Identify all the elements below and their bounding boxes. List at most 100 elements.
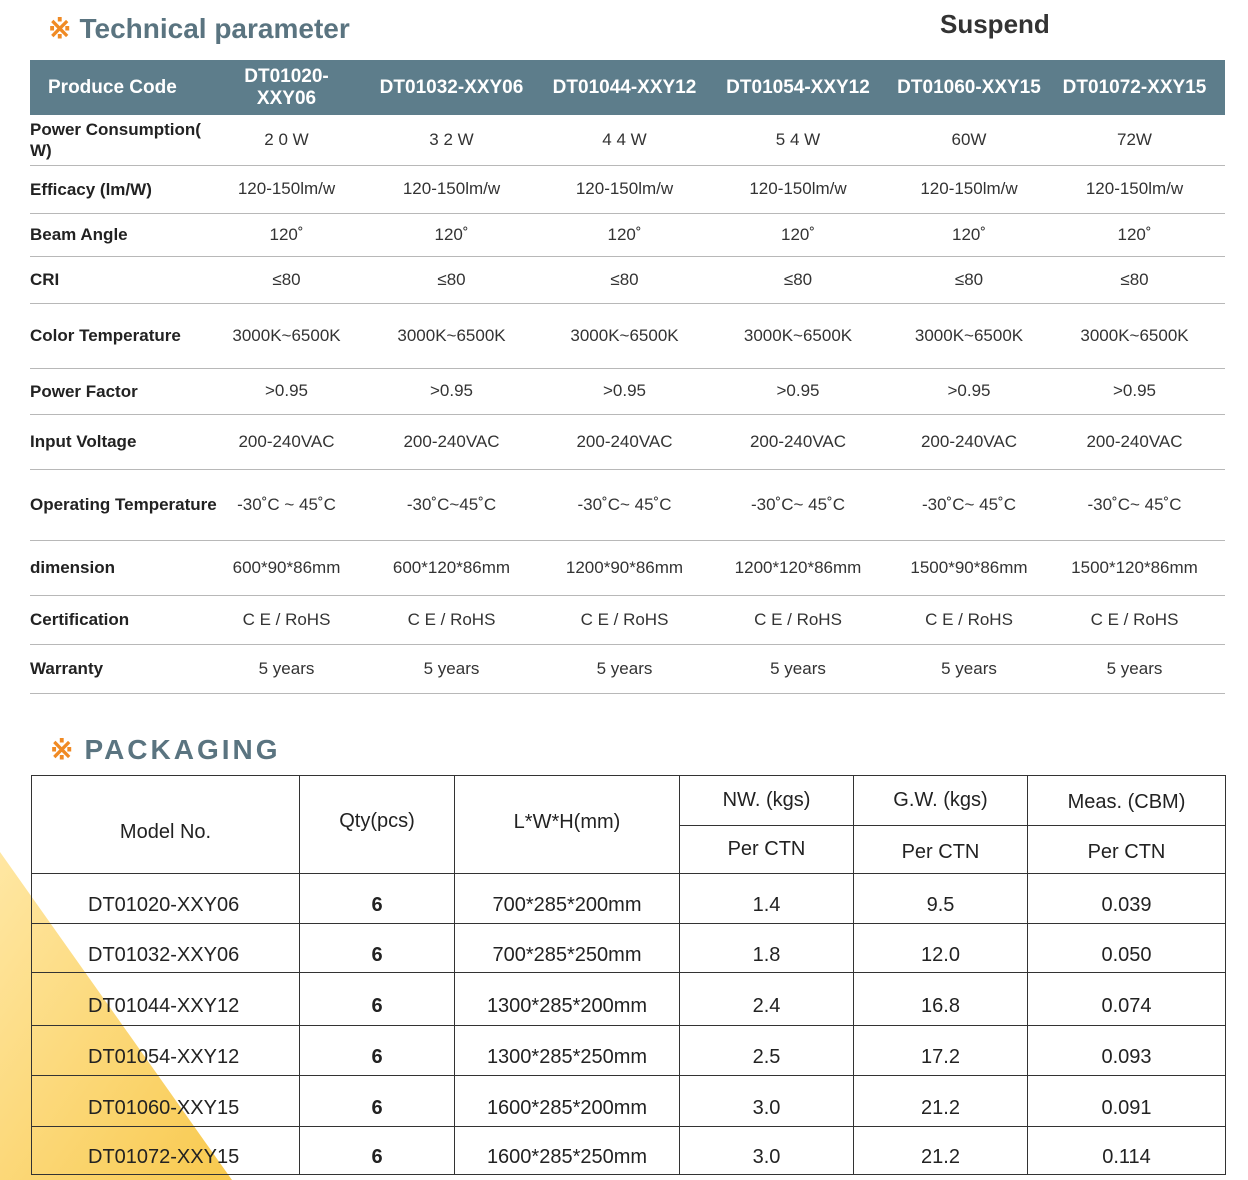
asterisk-mark-icon: ※ (48, 13, 72, 44)
table-cell: C E / RoHS (894, 595, 1044, 645)
table-cell: 1200*120*86mm (702, 540, 894, 596)
table-cell: 72W (1044, 115, 1225, 166)
table-cell: -30˚C~45˚C (356, 469, 547, 541)
cell-meas: 0.050 (1027, 923, 1226, 973)
table-cell: 120˚ (547, 213, 702, 257)
table-cell: 120˚ (217, 213, 356, 257)
header-gw: G.W. (kgs) (853, 775, 1028, 826)
table-cell: C E / RoHS (547, 595, 702, 645)
cell-gw: 21.2 (853, 1126, 1028, 1175)
table-cell: 200-240VAC (894, 414, 1044, 470)
table-cell: -30˚C~ 45˚C (547, 469, 702, 541)
table-cell: 3000K~6500K (894, 303, 1044, 369)
table-cell: >0.95 (217, 368, 356, 415)
cell-nw: 1.8 (679, 923, 854, 973)
table-cell: 200-240VAC (702, 414, 894, 470)
table-cell: ≤80 (217, 256, 356, 304)
table-cell: 1500*90*86mm (894, 540, 1044, 596)
table-cell: 3000K~6500K (702, 303, 894, 369)
table-cell: 3000K~6500K (217, 303, 356, 369)
header-product-code-2: DT01032-XXY06 (356, 60, 547, 115)
table-row: Operating Temperature -30˚C ~ 45˚C -30˚C~4… (30, 469, 1225, 541)
cell-meas: 0.039 (1027, 873, 1226, 924)
table-cell: 600*90*86mm (217, 540, 356, 596)
table-cell: 5 years (217, 644, 356, 694)
table-cell: >0.95 (1044, 368, 1225, 415)
table-cell: C E / RoHS (217, 595, 356, 645)
table-cell: C E / RoHS (356, 595, 547, 645)
table-row: Power Factor >0.95 >0.95 >0.95 >0.95 >0.95 >0.… (30, 368, 1225, 415)
header-model: Model No. (31, 775, 300, 874)
table-cell: 3 2 W (356, 115, 547, 166)
header-product-code-4: DT01054-XXY12 (702, 60, 894, 115)
table-cell: 200-240VAC (1044, 414, 1225, 470)
header-product-code-3: DT01044-XXY12 (547, 60, 702, 115)
table-cell: 1200*90*86mm (547, 540, 702, 596)
table-cell: C E / RoHS (1044, 595, 1225, 645)
table-row: dimension 600*90*86mm 600*120*86mm 1200*90*… (30, 540, 1225, 596)
table-cell: 120-150lm/w (547, 165, 702, 214)
table-cell: -30˚C ~ 45˚C (217, 469, 356, 541)
table-cell: C E / RoHS (702, 595, 894, 645)
table-cell: 5 years (547, 644, 702, 694)
asterisk-mark-icon: ※ (50, 734, 77, 765)
table-cell: 120˚ (1044, 213, 1225, 257)
table-cell: 5 years (702, 644, 894, 694)
table-cell: 5 4 W (702, 115, 894, 166)
cell-lwh: 1600*285*200mm (454, 1075, 680, 1127)
packaging-table: Model No. Qty(pcs) L*W*H(mm) NW. (kgs) G… (31, 775, 1226, 1175)
cell-meas: 0.093 (1027, 1025, 1226, 1076)
cell-lwh: 1600*285*250mm (454, 1126, 680, 1175)
cell-model: DT01060-XXY15 (31, 1075, 300, 1127)
section-title-text: Technical parameter (79, 12, 350, 44)
table-cell: ≤80 (702, 256, 894, 304)
table-cell: 120-150lm/w (217, 165, 356, 214)
cell-qty: 6 (299, 1126, 455, 1175)
cell-qty: 6 (299, 1075, 455, 1127)
cell-model: DT01032-XXY06 (31, 923, 300, 973)
table-cell: 3000K~6500K (1044, 303, 1225, 369)
header-product-code-5: DT01060-XXY15 (894, 60, 1044, 115)
table-cell: -30˚C~ 45˚C (702, 469, 894, 541)
table-cell: ≤80 (1044, 256, 1225, 304)
table-cell: 120˚ (702, 213, 894, 257)
table-cell: 5 years (894, 644, 1044, 694)
table-row: DT01054-XXY12 6 1300*285*250mm 2.5 17.2 0.093 (31, 1025, 1226, 1076)
cell-gw: 21.2 (853, 1075, 1028, 1127)
cell-model: DT01072-XXY15 (31, 1126, 300, 1175)
row-label: dimension (30, 540, 217, 596)
row-label: Certification (30, 595, 217, 645)
table-cell: -30˚C~ 45˚C (1044, 469, 1225, 541)
table-row: Efficacy (lm/W) 120-150lm/w 120-150lm/w 120… (30, 165, 1225, 214)
table-row: Color Temperature 3000K~6500K 3000K~6500K 3… (30, 303, 1225, 369)
table-cell: 3000K~6500K (356, 303, 547, 369)
row-label: Power Factor (30, 368, 217, 415)
cell-model: DT01054-XXY12 (31, 1025, 300, 1076)
header-product-code-1: DT01020-XXY06 (217, 60, 356, 115)
header-product-code-6: DT01072-XXY15 (1044, 60, 1225, 115)
table-cell: 200-240VAC (356, 414, 547, 470)
table-cell: >0.95 (547, 368, 702, 415)
header-gw-per-ctn: Per CTN (853, 825, 1028, 874)
cell-nw: 1.4 (679, 873, 854, 924)
table-cell: ≤80 (356, 256, 547, 304)
row-label: Power Consumption( W) (30, 115, 217, 166)
table-cell: 1500*120*86mm (1044, 540, 1225, 596)
table-cell: 200-240VAC (547, 414, 702, 470)
cell-gw: 9.5 (853, 873, 1028, 924)
row-label: CRI (30, 256, 217, 304)
table-cell: ≤80 (547, 256, 702, 304)
packaging-title: ※ PACKAGING (50, 733, 281, 766)
cell-lwh: 1300*285*200mm (454, 972, 680, 1026)
cell-qty: 6 (299, 1025, 455, 1076)
cell-meas: 0.091 (1027, 1075, 1226, 1127)
table-row: DT01020-XXY06 6 700*285*200mm 1.4 9.5 0.039 (31, 873, 1226, 924)
table-cell: 600*120*86mm (356, 540, 547, 596)
cell-lwh: 1300*285*250mm (454, 1025, 680, 1076)
header-lwh: L*W*H(mm) (454, 775, 680, 874)
table-cell: >0.95 (356, 368, 547, 415)
table-cell: 120˚ (894, 213, 1044, 257)
table-row: CRI ≤80 ≤80 ≤80 ≤80 ≤80 ≤80 (30, 256, 1225, 304)
row-label: Operating Temperature (30, 469, 217, 541)
cell-lwh: 700*285*200mm (454, 873, 680, 924)
